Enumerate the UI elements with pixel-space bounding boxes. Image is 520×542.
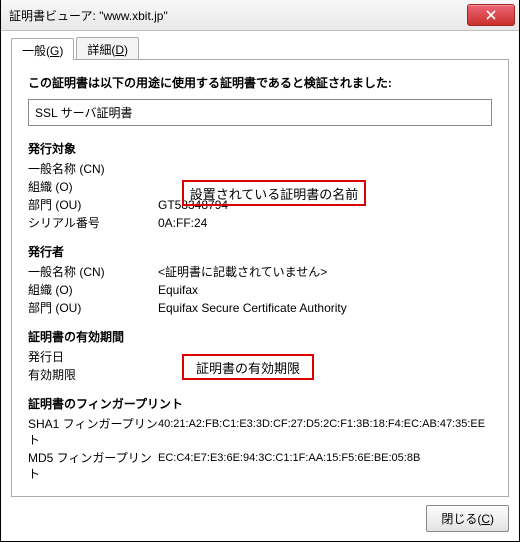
close-icon xyxy=(486,10,496,20)
validity-heading: 証明書の有効期間 xyxy=(28,328,492,345)
subject-ou-row: 部門 (OU)GT58348794 xyxy=(28,197,492,213)
subject-o-row: 組織 (O) xyxy=(28,179,492,195)
md5-row: MD5 フィンガープリントEC:C4:E7:E3:6E:94:3C:C1:1F:… xyxy=(28,450,492,482)
issuer-o-value: Equifax xyxy=(158,282,492,298)
md5-label: MD5 フィンガープリント xyxy=(28,450,158,482)
subject-cn-row: 一般名称 (CN) xyxy=(28,161,492,177)
verification-headline: この証明書は以下の用途に使用する証明書であると検証されました: xyxy=(28,74,492,91)
certificate-type-box: SSL サーバ証明書 xyxy=(28,99,492,126)
subject-heading: 発行対象 xyxy=(28,140,492,157)
issuer-cn-row: 一般名称 (CN)<証明書に記載されていません> xyxy=(28,264,492,280)
sha1-label: SHA1 フィンガープリント xyxy=(28,416,158,448)
sha1-row: SHA1 フィンガープリント40:21:A2:FB:C1:E3:3D:CF:27… xyxy=(28,416,492,448)
validity-to-value xyxy=(158,367,492,383)
subject-serial-value: 0A:FF:24 xyxy=(158,215,492,231)
md5-value: EC:C4:E7:E3:6E:94:3C:C1:1F:AA:15:F5:6E:B… xyxy=(158,450,492,482)
issuer-ou-row: 部門 (OU)Equifax Secure Certificate Author… xyxy=(28,300,492,316)
window-title: 証明書ビューア: "www.xbit.jp" xyxy=(9,7,467,24)
validity-from-row: 発行日 xyxy=(28,349,492,365)
subject-serial-row: シリアル番号0A:FF:24 xyxy=(28,215,492,231)
issuer-ou-label: 部門 (OU) xyxy=(28,300,158,316)
validity-from-value xyxy=(158,349,492,365)
issuer-o-label: 組織 (O) xyxy=(28,282,158,298)
subject-cn-label: 一般名称 (CN) xyxy=(28,161,158,177)
window-body: 一般(G) 詳細(D) この証明書は以下の用途に使用する証明書であると検証されま… xyxy=(1,31,519,542)
issuer-cn-value: <証明書に記載されていません> xyxy=(158,264,492,280)
tab-general[interactable]: 一般(G) xyxy=(11,38,74,60)
validity-from-label: 発行日 xyxy=(28,349,158,365)
subject-serial-label: シリアル番号 xyxy=(28,215,158,231)
subject-ou-value: GT58348794 xyxy=(158,197,492,213)
certificate-viewer-window: 証明書ビューア: "www.xbit.jp" 一般(G) 詳細(D) この証明書… xyxy=(0,0,520,542)
validity-to-row: 有効期限 xyxy=(28,367,492,383)
fingerprints-heading: 証明書のフィンガープリント xyxy=(28,395,492,412)
tab-detail[interactable]: 詳細(D) xyxy=(76,37,139,59)
issuer-heading: 発行者 xyxy=(28,243,492,260)
subject-cn-value xyxy=(158,161,492,177)
subject-o-value xyxy=(158,179,492,195)
window-close-button[interactable] xyxy=(467,4,515,26)
issuer-o-row: 組織 (O)Equifax xyxy=(28,282,492,298)
sha1-value: 40:21:A2:FB:C1:E3:3D:CF:27:D5:2C:F1:3B:1… xyxy=(158,416,492,448)
tab-content-general: この証明書は以下の用途に使用する証明書であると検証されました: SSL サーバ証… xyxy=(11,60,509,497)
subject-ou-label: 部門 (OU) xyxy=(28,197,158,213)
close-button[interactable]: 閉じる(C) xyxy=(426,505,509,532)
dialog-footer: 閉じる(C) xyxy=(11,505,509,532)
tab-bar: 一般(G) 詳細(D) xyxy=(11,37,509,60)
issuer-cn-label: 一般名称 (CN) xyxy=(28,264,158,280)
subject-o-label: 組織 (O) xyxy=(28,179,158,195)
issuer-ou-value: Equifax Secure Certificate Authority xyxy=(158,300,492,316)
validity-to-label: 有効期限 xyxy=(28,367,158,383)
titlebar[interactable]: 証明書ビューア: "www.xbit.jp" xyxy=(1,0,519,31)
